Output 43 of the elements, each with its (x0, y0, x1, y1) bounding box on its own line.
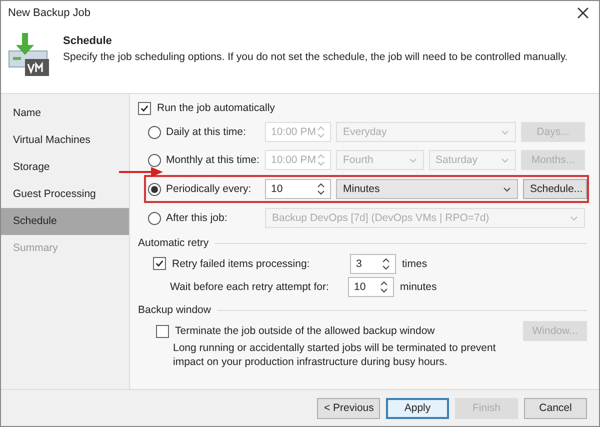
radio-label: Periodically every: (166, 183, 252, 195)
section-title: Automatic retry (138, 237, 209, 249)
nav-item[interactable]: Name (1, 100, 129, 127)
checkbox[interactable] (153, 257, 166, 270)
close-icon[interactable] (577, 7, 589, 19)
page-title: Schedule (63, 35, 113, 47)
arrow-icon (119, 167, 163, 177)
dropdown[interactable]: Minutes (336, 179, 518, 199)
option-button[interactable]: Schedule... (523, 179, 587, 199)
unit-label: times (402, 258, 428, 270)
nav-item[interactable]: Guest Processing (1, 181, 129, 208)
nav-item[interactable]: Schedule (1, 208, 129, 235)
checkbox-label: Run the job automatically (157, 102, 275, 114)
dialog-button[interactable]: < Previous (317, 398, 380, 418)
dialog-button[interactable]: Cancel (524, 398, 587, 418)
spin-field[interactable]: 10 (265, 179, 331, 199)
nav-item[interactable]: Virtual Machines (1, 127, 129, 154)
spin-field[interactable]: 3 (350, 254, 396, 274)
spin-arrows-icon[interactable] (382, 256, 390, 270)
dialog-button[interactable]: Apply (386, 398, 449, 418)
field-label: Wait before each retry attempt for: (170, 280, 330, 292)
radio-label: Monthly at this time: (166, 154, 260, 166)
chevron-down-icon[interactable] (503, 186, 511, 192)
nav-item[interactable]: Storage (1, 154, 129, 181)
checkbox-label: Retry failed items processing: (172, 258, 311, 270)
checkbox[interactable] (138, 102, 151, 114)
radio-button[interactable] (148, 212, 161, 224)
radio-button[interactable] (148, 182, 161, 196)
unit-label: minutes (400, 280, 437, 292)
checkbox[interactable] (156, 324, 169, 338)
radio-button[interactable] (148, 154, 161, 166)
section-title: Backup window (138, 304, 211, 316)
page-description: Specify the job scheduling options. If you do not set the schedule, the job will need to be controlled manually. (63, 51, 568, 63)
window-title: New Backup Job (8, 7, 91, 19)
radio-button[interactable] (148, 126, 161, 138)
description-text: Long running or accidentally started jobs will be terminated to prevent impact on your production infrastructure during busy hours. (173, 341, 497, 369)
radio-label: After this job: (166, 212, 228, 224)
backup-vm-icon (7, 33, 51, 77)
radio-label: Daily at this time: (166, 126, 246, 138)
spin-arrows-icon[interactable] (317, 182, 325, 196)
checkbox-label: Terminate the job outside of the allowed backup window (175, 325, 435, 337)
spin-field[interactable]: 10 (348, 276, 394, 296)
spin-arrows-icon[interactable] (380, 280, 388, 294)
